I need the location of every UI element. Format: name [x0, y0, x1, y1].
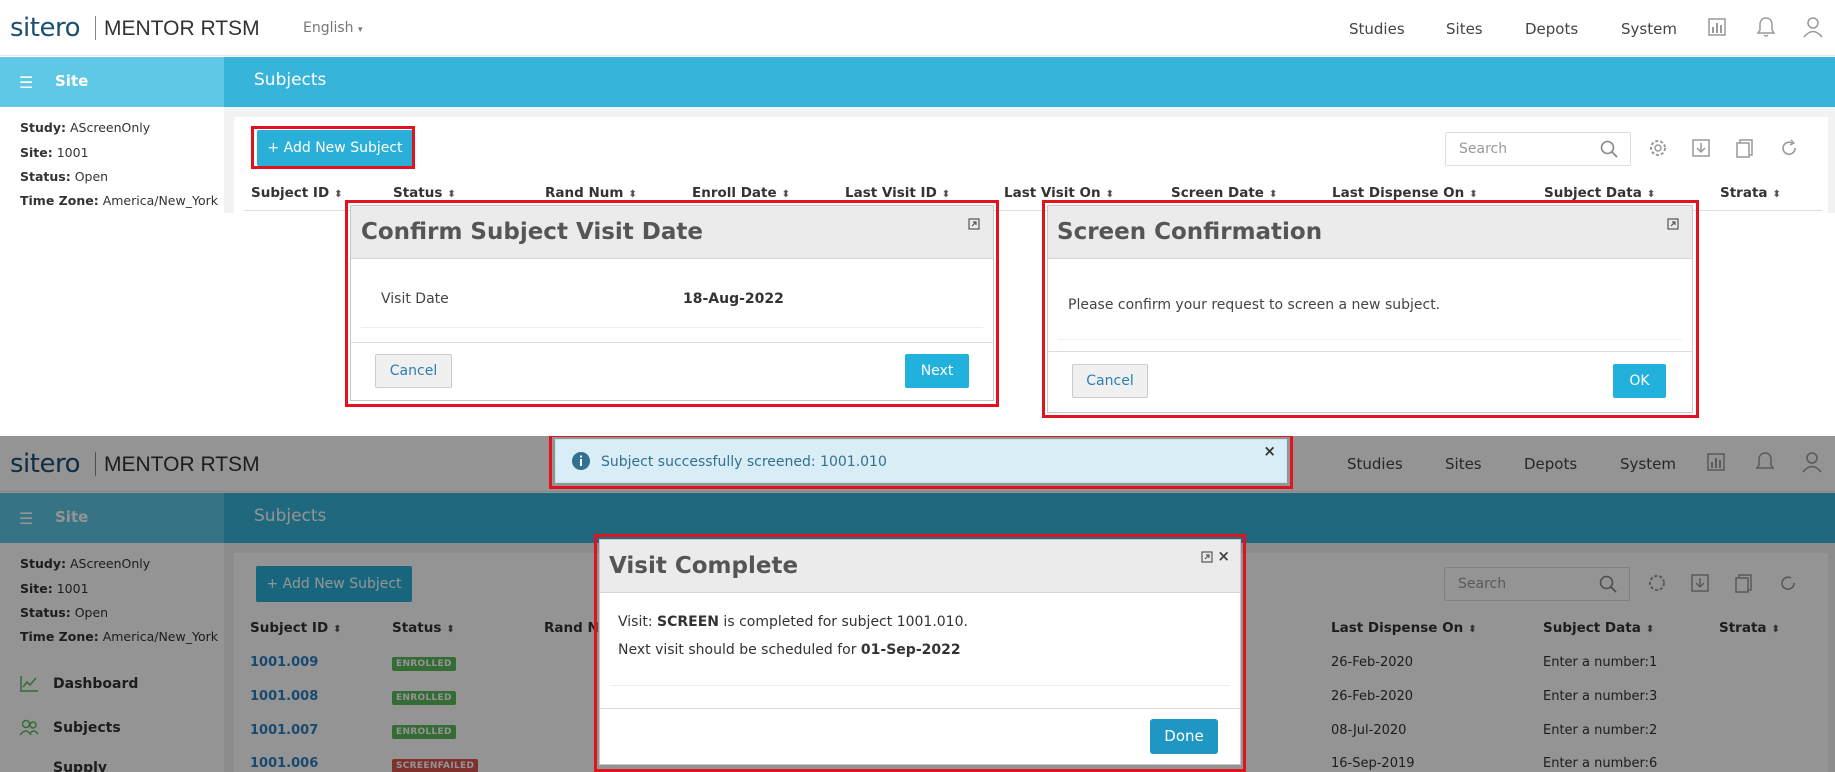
product-name: MENTOR RTSM: [104, 17, 260, 40]
bell-icon[interactable]: [1756, 16, 1776, 38]
copy-icon[interactable]: [1734, 137, 1756, 159]
highlight-visit-date-modal: [345, 200, 999, 407]
settings-gear-icon[interactable]: [1647, 137, 1669, 159]
highlight-add-button: [251, 126, 415, 169]
caret-down-icon: ▾: [358, 25, 363, 35]
user-icon[interactable]: [1803, 16, 1823, 38]
col-subject-id[interactable]: Subject ID ⬍: [251, 185, 343, 201]
logo-separator: [95, 16, 96, 40]
nav-system[interactable]: System: [1621, 20, 1677, 38]
timezone-value: America/New_York: [102, 193, 218, 208]
col-last-visit-on[interactable]: Last Visit On ⬍: [1004, 185, 1114, 201]
bottom-screenshot-panel: sitero MENTOR RTSM Studies Sites Depots …: [0, 436, 1835, 772]
status-value: Open: [74, 169, 109, 184]
col-strata[interactable]: Strata ⬍: [1720, 185, 1781, 201]
reports-icon[interactable]: [1707, 16, 1727, 38]
col-last-visit-id[interactable]: Last Visit ID ⬍: [845, 185, 950, 201]
col-screen-date[interactable]: Screen Date ⬍: [1171, 185, 1277, 201]
col-subject-data[interactable]: Subject Data ⬍: [1544, 185, 1655, 201]
search-input[interactable]: Search: [1445, 132, 1631, 166]
timezone-label: Time Zone:: [20, 193, 99, 208]
col-status[interactable]: Status ⬍: [393, 185, 456, 201]
status-label: Status:: [20, 169, 71, 184]
sidebar-title: Site: [55, 72, 89, 90]
nav-studies[interactable]: Studies: [1349, 20, 1405, 38]
nav-sites[interactable]: Sites: [1446, 20, 1483, 38]
site-value: 1001: [56, 145, 89, 160]
nav-depots[interactable]: Depots: [1525, 20, 1578, 38]
sidebar-header: [0, 57, 224, 107]
site-info-panel: Study: AScreenOnly Site: 1001 Status: Op…: [0, 107, 224, 217]
study-value: AScreenOnly: [69, 120, 151, 135]
col-enroll-date[interactable]: Enroll Date ⬍: [692, 185, 790, 201]
col-last-dispense-on[interactable]: Last Dispense On ⬍: [1332, 185, 1478, 201]
sitero-logo[interactable]: sitero: [10, 13, 81, 43]
refresh-icon[interactable]: [1778, 137, 1800, 159]
download-icon[interactable]: [1690, 137, 1712, 159]
search-placeholder: Search: [1459, 141, 1508, 157]
search-icon[interactable]: [1600, 140, 1618, 158]
highlight-screen-modal: [1042, 200, 1699, 418]
hamburger-menu-icon[interactable]: ☰: [19, 73, 33, 92]
study-label: Study:: [20, 120, 66, 135]
language-selector[interactable]: English ▾: [303, 20, 363, 36]
col-rand-num[interactable]: Rand Num ⬍: [545, 185, 637, 201]
highlight-alert: [549, 436, 1293, 489]
site-label: Site:: [20, 145, 53, 160]
top-title-bar: ☰ Site Subjects: [0, 57, 1835, 107]
top-navbar: sitero MENTOR RTSM English ▾ Studies Sit…: [0, 0, 1835, 56]
highlight-visit-complete-modal: [594, 534, 1246, 772]
page-title: Subjects: [254, 70, 327, 90]
top-screenshot-panel: sitero MENTOR RTSM English ▾ Studies Sit…: [0, 0, 1835, 436]
